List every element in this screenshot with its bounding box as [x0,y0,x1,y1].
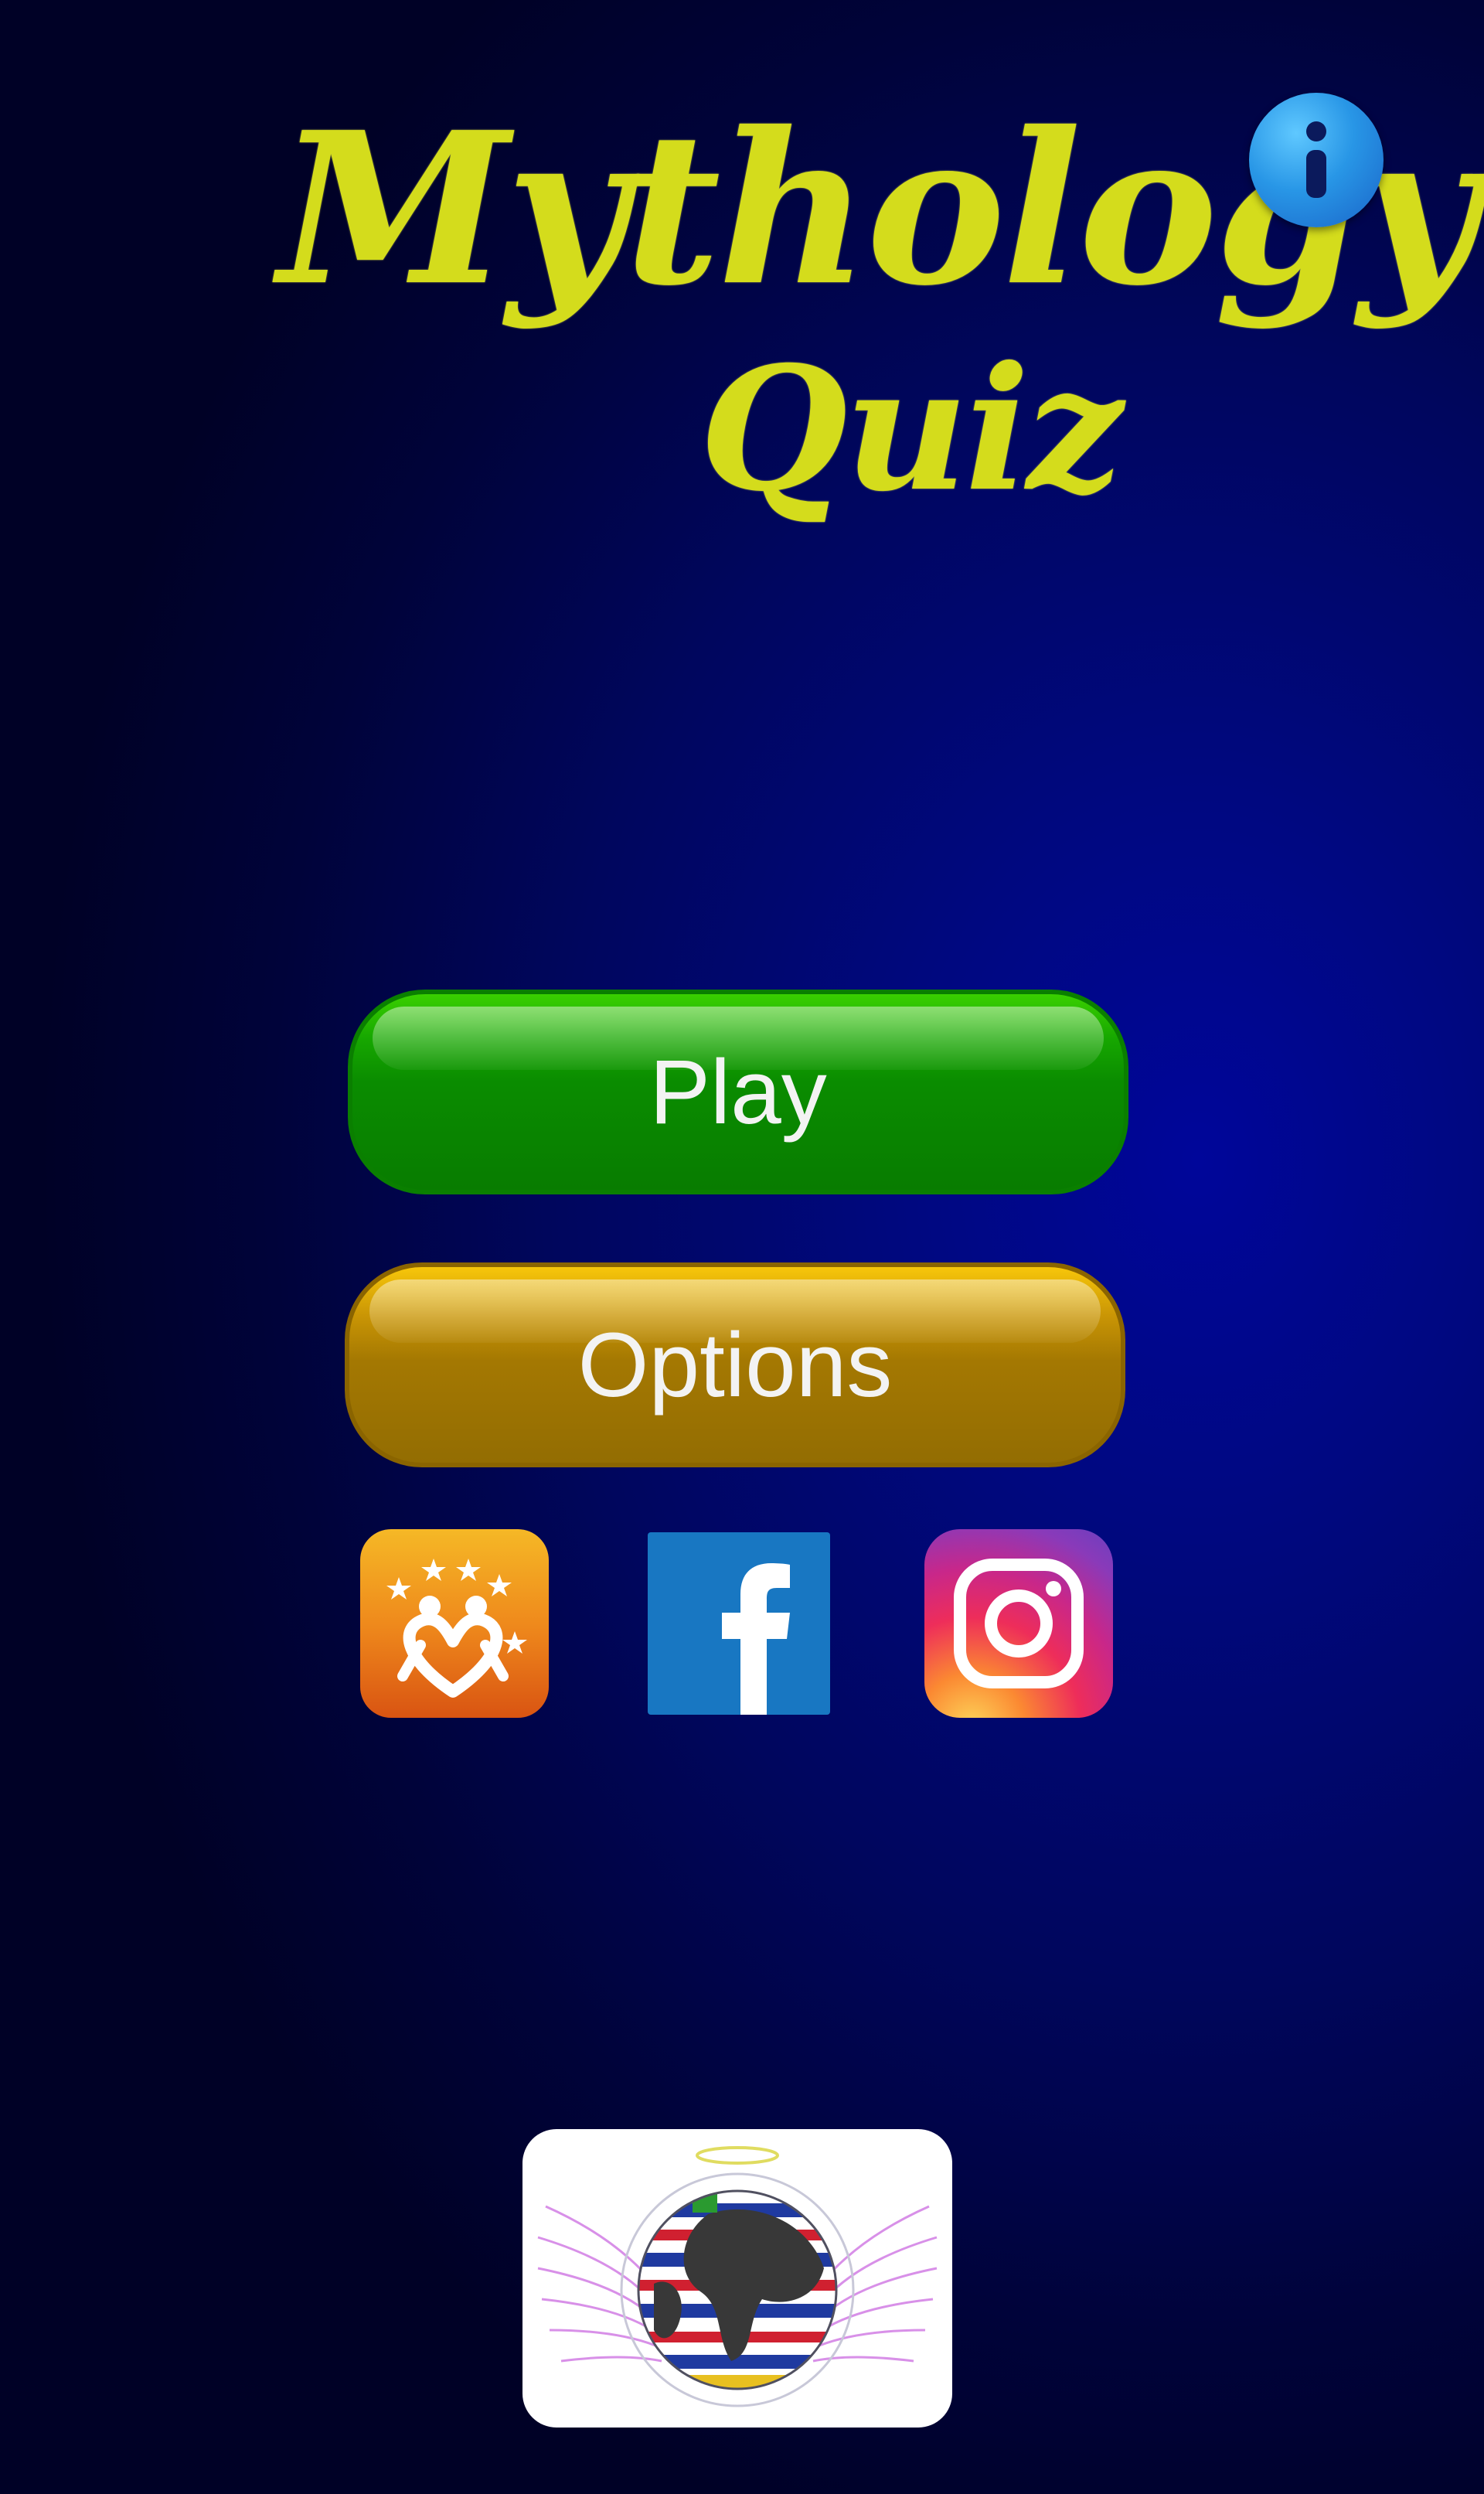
facebook-icon [722,1563,790,1715]
globe-logo-icon [537,2146,938,2407]
info-button[interactable] [1249,93,1384,227]
app-logo-button[interactable] [360,1529,549,1718]
instagram-button[interactable] [924,1529,1113,1718]
options-button[interactable]: Options [345,1262,1125,1467]
play-button-label: Play [649,1041,827,1143]
facebook-button[interactable] [648,1532,830,1715]
info-icon [1306,121,1326,198]
instagram-icon [954,1559,1084,1688]
globe-angel-wings-logo[interactable] [522,2129,952,2428]
title-line-2: Quiz [699,329,1123,529]
options-button-label: Options [577,1313,893,1416]
play-button[interactable]: Play [348,990,1128,1194]
app-logo-icon [386,1559,527,1698]
